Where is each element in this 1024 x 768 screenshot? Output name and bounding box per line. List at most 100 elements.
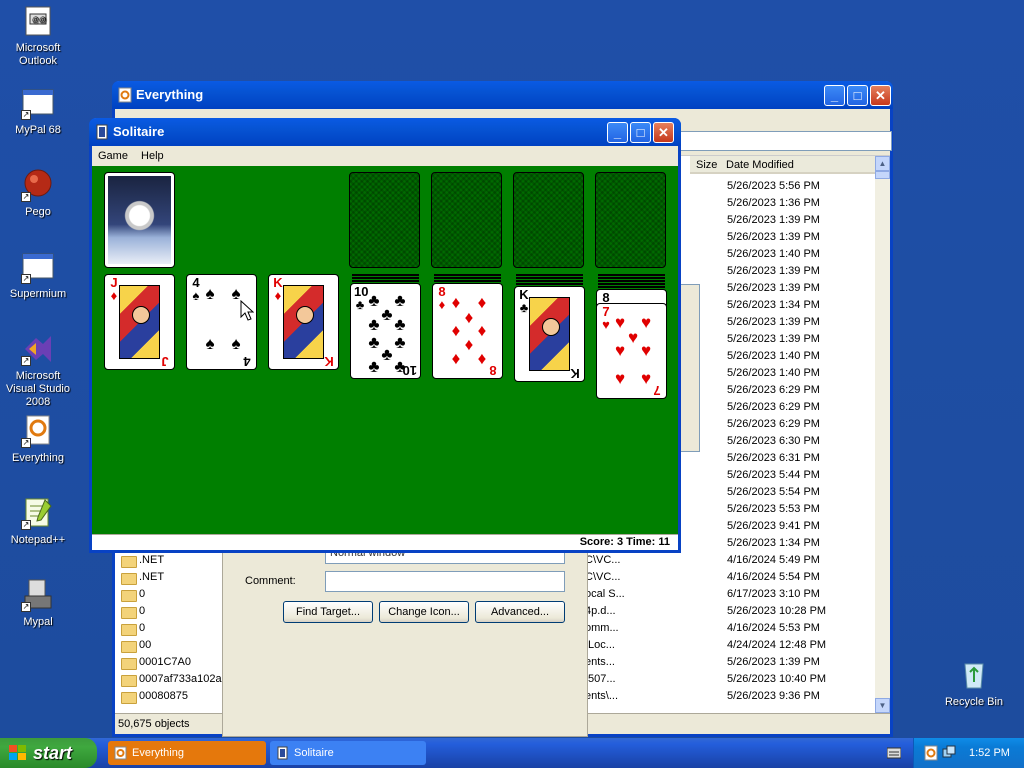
date-cell: 6/17/2023 3:10 PM bbox=[727, 588, 820, 600]
mypal-icon: ↗ bbox=[21, 578, 55, 612]
desktop-icon-supermium[interactable]: ↗ Supermium bbox=[0, 250, 76, 301]
tableau-card[interactable]: 4 ♠ ♠ ♠ ♠ ♠ 4 bbox=[186, 274, 257, 370]
pego-icon: ↗ bbox=[21, 168, 55, 202]
desktop-icon-label: Supermium bbox=[9, 288, 67, 300]
foundation-slot[interactable] bbox=[431, 172, 502, 268]
date-cell: 5/26/2023 1:39 PM bbox=[727, 214, 820, 226]
card-rank: 8 bbox=[489, 363, 497, 378]
task-button-everything[interactable]: Everything bbox=[108, 741, 266, 765]
folder-tree-item[interactable]: .NET bbox=[119, 569, 229, 586]
desktop-icon-outlook[interactable]: @@ Microsoft Outlook bbox=[0, 4, 76, 68]
card-pip-icon: ♣ bbox=[368, 315, 380, 334]
solitaire-titlebar[interactable]: Solitaire _ □ ✕ bbox=[89, 118, 681, 146]
search-input[interactable] bbox=[680, 131, 892, 151]
notepadpp-icon: ↗ bbox=[21, 496, 55, 530]
tableau-card[interactable]: 7 ♥ ♥ ♥ ♥ ♥ ♥ ♥ ♥ 7 bbox=[596, 303, 667, 399]
tableau-card[interactable]: 10 ♣ ♣ ♣ ♣ ♣ ♣ ♣ ♣ ♣ ♣ ♣ 10 bbox=[350, 283, 421, 379]
desktop-icon-notepadpp[interactable]: ↗ Notepad++ bbox=[0, 496, 76, 547]
date-cell: 5/26/2023 1:39 PM bbox=[727, 231, 820, 243]
date-cell: 5/26/2023 1:39 PM bbox=[727, 316, 820, 328]
folder-tree-item[interactable]: 0001C7A0 bbox=[119, 654, 229, 671]
date-cell: 5/26/2023 6:29 PM bbox=[727, 401, 820, 413]
maximize-button[interactable]: □ bbox=[630, 122, 651, 143]
menu-game[interactable]: Game bbox=[94, 150, 132, 162]
column-header-size[interactable]: Size bbox=[690, 156, 720, 174]
stock-pile[interactable] bbox=[104, 172, 175, 268]
solitaire-window: Solitaire _ □ ✕ Game Help J ♦ J 4 ♠ ♠ ♠ ♠ ♠ 4 K ♦ K 1… bbox=[89, 118, 681, 553]
system-tray: 1:52 PM bbox=[913, 738, 1024, 768]
face-down-card-edge bbox=[516, 277, 583, 279]
tableau-card[interactable]: K ♦ K bbox=[268, 274, 339, 370]
svg-text:@@: @@ bbox=[32, 17, 46, 24]
face-down-card-edge bbox=[352, 274, 419, 276]
date-cell: 5/26/2023 5:53 PM bbox=[727, 503, 820, 515]
minimize-button[interactable]: _ bbox=[607, 122, 628, 143]
desktop-icon-visual-studio[interactable]: ↗ Microsoft Visual Studio 2008 bbox=[0, 332, 76, 409]
everything-icon: ↗ bbox=[21, 414, 55, 448]
close-button[interactable]: ✕ bbox=[870, 85, 891, 106]
card-pip-icon: ♥ bbox=[614, 341, 626, 360]
desktop-icon-everything[interactable]: ↗ Everything bbox=[0, 414, 76, 465]
date-cell: 5/26/2023 5:54 PM bbox=[727, 486, 820, 498]
path-cell: 4p.d... bbox=[585, 605, 616, 617]
face-down-card-edge bbox=[516, 280, 583, 282]
folder-tree-item[interactable]: 00080875 bbox=[119, 688, 229, 705]
desktop-icon-label: Microsoft Outlook bbox=[15, 42, 61, 67]
clock[interactable]: 1:52 PM bbox=[969, 738, 1010, 768]
start-button[interactable]: start bbox=[0, 738, 97, 768]
date-cell: 5/26/2023 1:40 PM bbox=[727, 248, 820, 260]
path-cell: ents... bbox=[585, 656, 615, 668]
menu-help[interactable]: Help bbox=[137, 150, 168, 162]
everything-titlebar[interactable]: Everything _ □ ✕ bbox=[112, 81, 893, 109]
face-down-card-edge bbox=[434, 280, 501, 282]
task-button-solitaire[interactable]: Solitaire bbox=[270, 741, 426, 765]
desktop-icon-recycle-bin[interactable]: Recycle Bin bbox=[936, 658, 1012, 709]
card-pip-icon: ♣ bbox=[394, 315, 406, 334]
maximize-button[interactable]: □ bbox=[847, 85, 868, 106]
date-cell: 5/26/2023 6:29 PM bbox=[727, 418, 820, 430]
folder-tree-item[interactable]: 0007af733a102a5 bbox=[119, 671, 229, 688]
face-down-card-edge bbox=[598, 277, 665, 279]
folder-tree-item[interactable]: 00 bbox=[119, 637, 229, 654]
scroll-up-icon[interactable]: ▲ bbox=[875, 156, 890, 171]
folder-tree-item[interactable]: 0 bbox=[119, 603, 229, 620]
foundation-slot[interactable] bbox=[513, 172, 584, 268]
foundation-slot[interactable] bbox=[349, 172, 420, 268]
solitaire-menubar: Game Help bbox=[92, 146, 678, 166]
windows-logo-icon bbox=[9, 745, 26, 760]
change-icon-button[interactable]: Change Icon... bbox=[379, 601, 469, 623]
vertical-scrollbar[interactable]: ▲ ▼ bbox=[875, 156, 890, 714]
close-button[interactable]: ✕ bbox=[653, 122, 674, 143]
tableau-card[interactable]: K ♣ K bbox=[514, 286, 585, 382]
window-title: Everything bbox=[136, 87, 204, 102]
network-tray-icon[interactable] bbox=[942, 745, 956, 761]
folder-tree-item[interactable]: 0 bbox=[119, 586, 229, 603]
date-cell: 5/26/2023 1:39 PM bbox=[727, 282, 820, 294]
card-pip-icon: ♠ bbox=[205, 284, 215, 303]
card-pip-icon: ♠ bbox=[231, 334, 241, 353]
desktop-icon-mypal[interactable]: ↗ Mypal bbox=[0, 578, 76, 629]
court-card-face-icon bbox=[529, 297, 570, 371]
tableau-card[interactable]: J ♦ J bbox=[104, 274, 175, 370]
card-rank: K bbox=[570, 366, 580, 381]
keyboard-icon[interactable] bbox=[887, 747, 901, 759]
path-cell: omm... bbox=[585, 622, 619, 634]
desktop-icon-mypal68[interactable]: ↗ MyPal 68 bbox=[0, 86, 76, 137]
comment-field[interactable] bbox=[325, 571, 565, 592]
folder-tree-item[interactable]: 0 bbox=[119, 620, 229, 637]
advanced-button[interactable]: Advanced... bbox=[475, 601, 565, 623]
scroll-down-icon[interactable]: ▼ bbox=[875, 698, 890, 713]
mouse-cursor-icon bbox=[240, 300, 254, 321]
foundation-slot[interactable] bbox=[595, 172, 666, 268]
folder-tree-item[interactable]: .NET bbox=[119, 552, 229, 569]
column-header-date-modified[interactable]: Date Modified bbox=[720, 156, 875, 174]
tableau-card[interactable]: 8 ♦ ♦ ♦ ♦ ♦ ♦ ♦ ♦ ♦ 8 bbox=[432, 283, 503, 379]
visual-studio-icon: ↗ bbox=[21, 332, 55, 366]
scroll-thumb[interactable] bbox=[875, 171, 890, 179]
date-cell: 5/26/2023 1:34 PM bbox=[727, 537, 820, 549]
desktop-icon-pego[interactable]: ↗ Pego bbox=[0, 168, 76, 219]
everything-tray-icon[interactable] bbox=[924, 745, 938, 761]
date-cell: 4/16/2024 5:49 PM bbox=[727, 554, 820, 566]
minimize-button[interactable]: _ bbox=[824, 85, 845, 106]
find-target-button[interactable]: Find Target... bbox=[283, 601, 373, 623]
